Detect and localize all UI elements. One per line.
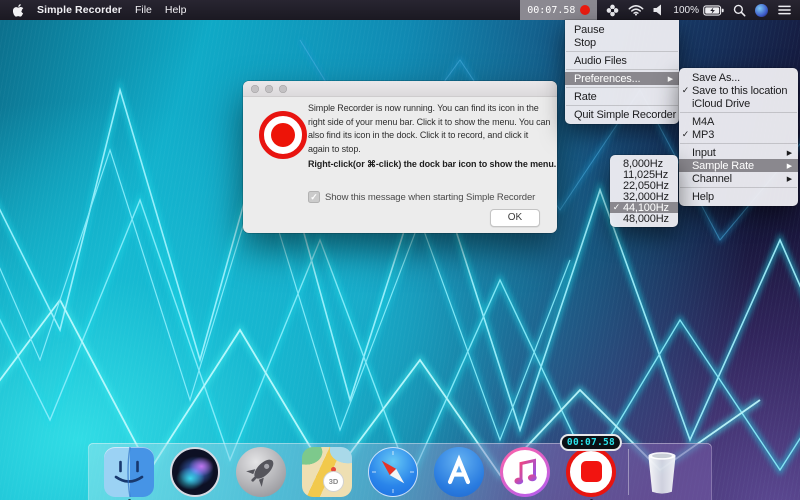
submenu-arrow-icon: ▶: [787, 149, 792, 157]
recorder-timer-badge: 00:07.58: [560, 434, 622, 451]
app-menu-title[interactable]: Simple Recorder: [37, 4, 122, 16]
dialog-message: Simple Recorder is now running. You can …: [308, 102, 552, 156]
menu-file[interactable]: File: [135, 4, 152, 16]
dock-item-safari[interactable]: [368, 447, 418, 497]
menu-item-48000hz[interactable]: 48,000Hz: [610, 213, 678, 224]
menu-item-32000hz[interactable]: 32,000Hz: [610, 191, 678, 202]
menu-item-quit[interactable]: Quit Simple Recorder: [565, 108, 679, 121]
sample-rate-submenu: 8,000Hz 11,025Hz 22,050Hz 32,000Hz ✓44,1…: [610, 155, 678, 227]
menu-item-save-as[interactable]: Save As...: [679, 71, 798, 84]
checkmark-icon: ✓: [679, 129, 692, 140]
dock-item-finder[interactable]: [104, 447, 154, 497]
dock-item-launchpad[interactable]: [236, 447, 286, 497]
dock-item-app-store[interactable]: [434, 447, 484, 497]
siri-icon[interactable]: [755, 4, 768, 17]
recorder-menu: Pause Stop Audio Files Preferences...▶ R…: [565, 20, 679, 124]
menu-bar-timer: 00:07.58: [527, 5, 575, 16]
menu-item-icloud-drive[interactable]: iCloud Drive: [679, 97, 798, 110]
checkmark-icon: ✓: [679, 85, 692, 96]
menu-help[interactable]: Help: [165, 4, 187, 16]
dock-item-siri[interactable]: [170, 447, 220, 497]
menu-separator: [566, 69, 678, 70]
dock-separator: [628, 449, 629, 495]
submenu-arrow-icon: ▶: [787, 162, 792, 170]
record-app-icon: [259, 111, 307, 159]
spotlight-search-icon[interactable]: [733, 4, 746, 17]
minimize-button[interactable]: [265, 85, 273, 93]
menu-separator: [680, 112, 797, 113]
desktop: Simple Recorder File Help 00:07.58 100%: [0, 0, 800, 500]
launchpad-icon: [236, 447, 286, 497]
fan-icon[interactable]: [606, 4, 619, 17]
safari-icon: [368, 447, 418, 497]
dock-item-simple-recorder[interactable]: 00:07.58: [566, 447, 616, 497]
menu-bar-status: 00:07.58 100%: [520, 0, 800, 20]
zoom-button[interactable]: [279, 85, 287, 93]
menu-item-pause[interactable]: Pause: [565, 23, 679, 36]
menu-item-audio-files[interactable]: Audio Files: [565, 54, 679, 67]
menu-separator: [566, 87, 678, 88]
finder-icon: [104, 447, 154, 497]
app-store-icon: [434, 447, 484, 497]
menu-item-stop[interactable]: Stop: [565, 36, 679, 49]
dialog-note: Right-click(or ⌘-click) the dock bar ico…: [308, 159, 556, 170]
checkmark-icon: ✓: [610, 202, 623, 213]
menu-item-8000hz[interactable]: 8,000Hz: [610, 158, 678, 169]
record-inner-dot: [271, 123, 295, 147]
maps-3d-badge: 3D: [323, 471, 344, 492]
dialog-titlebar[interactable]: [243, 81, 557, 97]
itunes-icon: [500, 447, 550, 497]
menu-item-mp3[interactable]: ✓MP3: [679, 128, 798, 141]
menu-bar: Simple Recorder File Help 00:07.58 100%: [0, 0, 800, 20]
dock-item-maps[interactable]: 3D: [302, 447, 352, 497]
startup-dialog: Simple Recorder is now running. You can …: [243, 81, 557, 233]
trash-icon: [641, 447, 683, 497]
wifi-icon[interactable]: [628, 4, 644, 16]
submenu-arrow-icon: ▶: [668, 75, 673, 83]
dock: 3D 00:07.58: [88, 443, 712, 500]
ok-button[interactable]: OK: [490, 209, 540, 227]
battery-percent: 100%: [673, 5, 699, 16]
volume-icon[interactable]: [653, 4, 664, 16]
stop-square-icon: [581, 461, 602, 482]
menu-bar-left: Simple Recorder File Help: [0, 0, 186, 20]
menu-item-22050hz[interactable]: 22,050Hz: [610, 180, 678, 191]
maps-icon: 3D: [302, 447, 352, 497]
dialog-body: Simple Recorder is now running. You can …: [243, 97, 557, 233]
menu-item-m4a[interactable]: M4A: [679, 115, 798, 128]
menu-separator: [680, 187, 797, 188]
battery-charging-icon: [703, 5, 724, 16]
notification-center-icon[interactable]: [777, 4, 792, 16]
submenu-arrow-icon: ▶: [787, 175, 792, 183]
menu-item-save-to-location[interactable]: ✓Save to this location: [679, 84, 798, 97]
menu-item-11025hz[interactable]: 11,025Hz: [610, 169, 678, 180]
show-message-option: ✓ Show this message when starting Simple…: [308, 191, 535, 203]
menu-separator: [680, 143, 797, 144]
simple-recorder-icon: [566, 447, 616, 497]
battery-status[interactable]: 100%: [673, 5, 724, 16]
record-dot-icon: [580, 5, 590, 15]
menu-item-rate[interactable]: Rate: [565, 90, 679, 103]
dock-item-itunes[interactable]: [500, 447, 550, 497]
menu-item-preferences[interactable]: Preferences...▶: [565, 72, 679, 85]
menu-item-channel[interactable]: Channel▶: [679, 172, 798, 185]
menu-item-input[interactable]: Input▶: [679, 146, 798, 159]
preferences-submenu: Save As... ✓Save to this location iCloud…: [679, 68, 798, 206]
apple-menu-icon[interactable]: [13, 4, 24, 17]
close-button[interactable]: [251, 85, 259, 93]
checkbox-label: Show this message when starting Simple R…: [325, 192, 535, 203]
show-message-checkbox[interactable]: ✓: [308, 191, 320, 203]
menu-item-sample-rate[interactable]: Sample Rate▶: [679, 159, 798, 172]
menu-item-44100hz[interactable]: ✓44,100Hz: [610, 202, 678, 213]
menu-item-help[interactable]: Help: [679, 190, 798, 203]
siri-app-icon: [170, 447, 220, 497]
menu-separator: [566, 105, 678, 106]
recorder-status-item[interactable]: 00:07.58: [520, 0, 597, 20]
dock-item-trash[interactable]: [641, 447, 683, 497]
menu-separator: [566, 51, 678, 52]
